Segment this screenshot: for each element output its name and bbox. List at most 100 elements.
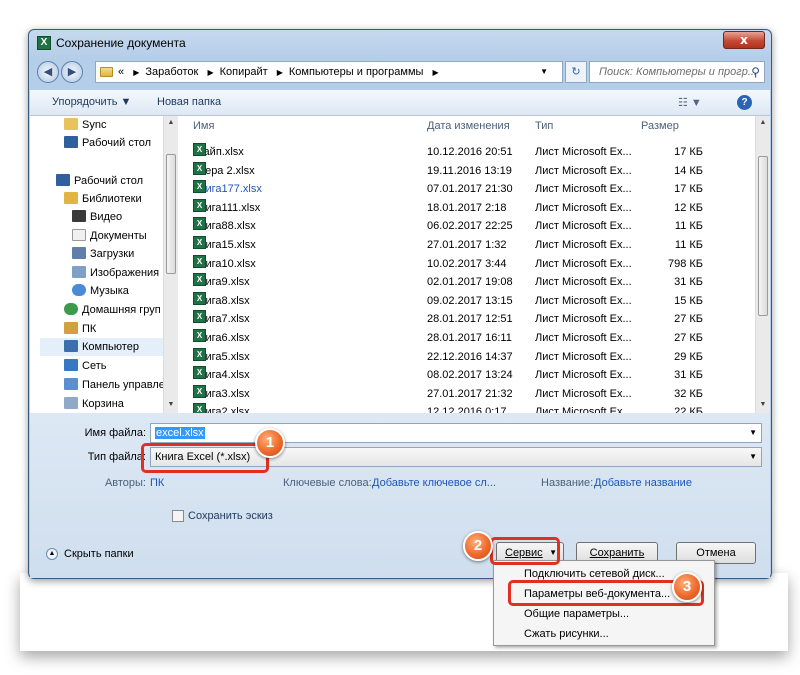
nav-item-computer[interactable]: Компьютер [40, 338, 170, 356]
excel-file-icon: X [193, 384, 206, 398]
cell-size: 15 КБ [674, 294, 703, 307]
table-row[interactable]: X Книга10.xlsx 10.02.2017 3:44 Лист Microso… [193, 254, 753, 273]
cell-date: 28.01.2017 16:11 [427, 332, 512, 344]
excel-file-icon: X [193, 403, 206, 413]
breadcrumb-2[interactable]: Компьютеры и программы [289, 66, 424, 78]
table-row[interactable]: X Книга9.xlsx 02.01.2017 19:08 Лист Microso… [193, 273, 753, 291]
address-bar[interactable]: « ▶ Заработок ▶ Копирайт ▶ Компьютеры и про… [95, 61, 563, 83]
libraries-icon [64, 192, 78, 204]
nav-item-desktop-root[interactable]: Рабочий стол [56, 172, 143, 190]
cell-date: 10.02.2017 3:44 [427, 257, 507, 270]
excel-file-icon: X [193, 347, 206, 361]
scroll-up-icon[interactable]: ▲ [756, 119, 770, 126]
hide-folders-button[interactable]: Скрыть папки [64, 548, 134, 560]
table-row[interactable]: X Книга4.xlsx 08.02.2017 13:24 Лист Microso… [193, 366, 753, 384]
table-row[interactable]: Xскайп.xlsx 10.12.2016 20:51 Лист Microsof… [193, 143, 753, 161]
excel-file-icon: X [193, 217, 206, 231]
table-row[interactable]: X Книга177.xlsx 07.01.2017 21:30 Лист Micro… [193, 180, 753, 198]
cell-name: Xскайп.xlsx [193, 143, 244, 158]
folder-icon [64, 118, 78, 130]
table-row[interactable]: X Книга2.xlsx 12.12.2016 0:17 Лист Microsof… [193, 403, 753, 413]
scroll-up-icon[interactable]: ▲ [164, 119, 178, 126]
nav-item-homegroup[interactable]: Домашняя груп [64, 301, 161, 319]
excel-file-icon: X [193, 310, 206, 324]
table-row[interactable]: X Книга15.xlsx 27.01.2017 1:32 Лист Microso… [193, 236, 753, 254]
folder-icon [100, 67, 113, 77]
organize-button[interactable]: Упорядочить ▼ [52, 96, 131, 108]
nav-item-desktop[interactable]: Рабочий стол [64, 134, 151, 152]
cell-type: Лист Microsoft Ex... [535, 239, 632, 251]
menu-item-general-options[interactable]: Общие параметры... [524, 605, 629, 623]
file-list-scrollbar[interactable]: ▲ ▼ [755, 116, 770, 413]
nav-scrollbar[interactable]: ▲ ▼ [163, 116, 178, 413]
cell-date: 02.01.2017 19:08 [427, 276, 513, 289]
scroll-down-icon[interactable]: ▼ [164, 401, 178, 408]
table-row[interactable]: X Книга7.xlsx 28.01.2017 12:51 Лист Microso… [193, 310, 753, 328]
breadcrumb-1[interactable]: Копирайт [220, 66, 268, 78]
table-row[interactable]: X Книга6.xlsx 28.01.2017 16:11 Лист Microso… [193, 329, 753, 347]
cell-type: Лист Microsoft Ex... [535, 406, 632, 413]
keywords-value[interactable]: Добавьте ключевое сл... [372, 477, 496, 489]
file-list: Имя Дата изменения Тип Размер Xскайп.xls… [193, 116, 770, 413]
table-row[interactable]: X Книга5.xlsx 22.12.2016 14:37 Лист Microso… [193, 347, 753, 366]
table-row[interactable]: X Книга111.xlsx 18.01.2017 2:18 Лист Micros… [193, 198, 753, 217]
step-badge-2: 2 [463, 531, 493, 561]
cell-size: 17 КБ [674, 183, 703, 196]
excel-file-icon: X [193, 273, 206, 287]
thumbnail-checkbox[interactable] [172, 510, 184, 522]
nav-item-recycle-bin[interactable]: Корзина [64, 395, 124, 413]
refresh-icon[interactable]: ↻ [565, 61, 587, 83]
column-header-size[interactable]: Размер [641, 120, 679, 132]
nav-item-sync[interactable]: Sync [64, 116, 106, 134]
file-scroll-thumb[interactable] [758, 156, 768, 316]
filename-label: Имя файла: [84, 427, 146, 439]
column-header-name[interactable]: Имя [193, 120, 214, 132]
nav-item-downloads[interactable]: Загрузки [72, 245, 134, 263]
table-row[interactable]: X Книга88.xlsx 06.02.2017 22:25 Лист Micros… [193, 217, 753, 235]
chevron-down-icon[interactable]: ▼ [540, 62, 548, 82]
nav-item-pictures[interactable]: Изображения [72, 264, 159, 282]
breadcrumb-0[interactable]: Заработок [145, 66, 198, 78]
column-header-type[interactable]: Тип [535, 120, 553, 132]
nav-item-music[interactable]: Музыка [72, 282, 129, 300]
breadcrumb-overflow[interactable]: « [118, 66, 124, 78]
title-value[interactable]: Добавьте название [594, 477, 692, 489]
cell-type: Лист Microsoft Ex... [535, 387, 632, 400]
chevron-down-icon[interactable]: ▼ [749, 424, 757, 442]
tools-highlight [490, 537, 560, 565]
table-row[interactable]: X Книга3.xlsx 27.01.2017 21:32 Лист Microso… [193, 384, 753, 403]
search-input[interactable]: Поиск: Компьютеры и прогр... ⚲ [589, 61, 765, 83]
cell-name: X Книга6.xlsx [193, 329, 250, 344]
cell-name: X Книга2.xlsx [193, 403, 250, 413]
navigation-pane: Sync Рабочий стол Рабочий стол Библиотек… [30, 116, 178, 413]
nav-item-pc[interactable]: ПК [64, 320, 96, 338]
forward-button[interactable]: ▶ [61, 61, 83, 83]
cell-date: 09.02.2017 13:15 [427, 294, 513, 307]
chevron-down-icon[interactable]: ▼ [749, 448, 757, 466]
menu-item-compress-pictures[interactable]: Сжать рисунки... [524, 625, 609, 643]
close-button[interactable]: x [723, 31, 765, 49]
browser-area: Sync Рабочий стол Рабочий стол Библиотек… [30, 116, 770, 413]
help-icon[interactable]: ? [737, 95, 752, 110]
view-options-icon[interactable]: ☷ ▼ [678, 96, 702, 109]
cell-date: 06.02.2017 22:25 [427, 220, 513, 233]
nav-item-video[interactable]: Видео [72, 208, 122, 226]
nav-item-documents[interactable]: Документы [72, 227, 147, 245]
excel-file-icon: X [193, 236, 206, 249]
authors-value[interactable]: ПК [150, 477, 164, 489]
back-button[interactable]: ◀ [37, 61, 59, 83]
filename-input[interactable]: excel.xlsx ▼ [150, 423, 762, 443]
nav-item-network[interactable]: Сеть [64, 357, 106, 375]
collapse-icon[interactable]: ▲ [46, 548, 58, 560]
cell-name: X Книга5.xlsx [193, 347, 250, 363]
scroll-down-icon[interactable]: ▼ [756, 401, 770, 408]
nav-item-libraries[interactable]: Библиотеки [64, 190, 142, 208]
table-row[interactable]: Xопера 2.xlsx 19.11.2016 13:19 Лист Micros… [193, 161, 753, 180]
nav-item-control-panel[interactable]: Панель управле [64, 376, 165, 394]
column-header-date[interactable]: Дата изменения [427, 120, 510, 132]
new-folder-button[interactable]: Новая папка [157, 96, 221, 108]
excel-file-icon: X [193, 161, 206, 175]
table-row[interactable]: X Книга8.xlsx 09.02.2017 13:15 Лист Microso… [193, 291, 753, 310]
cell-size: 17 КБ [674, 146, 703, 158]
nav-scroll-thumb[interactable] [166, 154, 176, 274]
